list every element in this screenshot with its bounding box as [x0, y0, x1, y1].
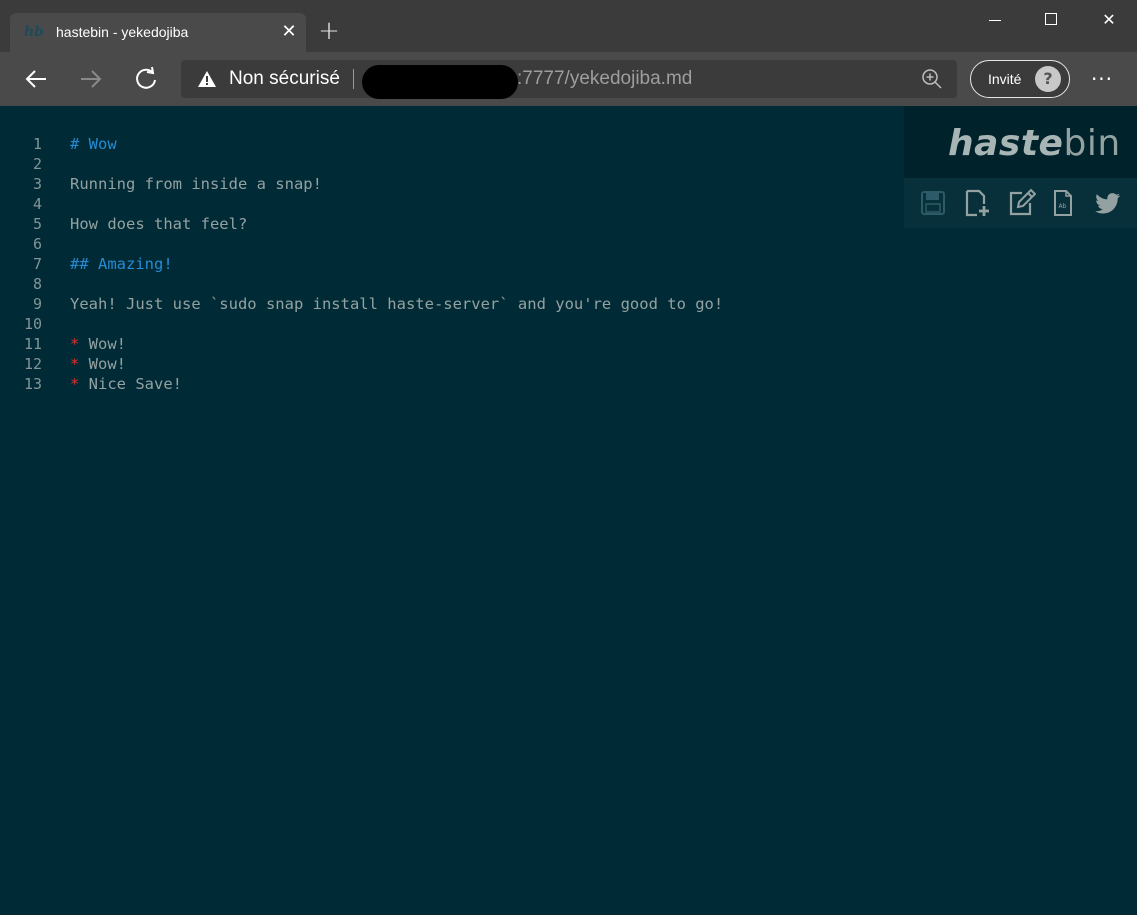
- line-text: How does that feel?: [70, 215, 248, 233]
- logo-thin: bin: [1063, 123, 1121, 164]
- code-line: # Wow: [70, 134, 890, 154]
- line-number-gutter: 1 2 3 4 5 6 7 8 9 10 11 12 13: [0, 134, 48, 394]
- line-number: 7: [32, 255, 42, 273]
- minimize-icon: [989, 20, 1001, 21]
- line-text: Nice Save!: [79, 375, 182, 393]
- line-text: Running from inside a snap!: [70, 175, 322, 193]
- code-line: Yeah! Just use `sudo snap install haste-…: [70, 294, 890, 314]
- bullet-marker: *: [70, 375, 80, 393]
- window-maximize-button[interactable]: [1022, 0, 1080, 40]
- zoom-in-icon[interactable]: [921, 68, 943, 90]
- new-icon: [965, 189, 989, 217]
- line-number: 13: [23, 375, 42, 393]
- close-tab-icon[interactable]: ✕: [278, 21, 300, 43]
- more-icon[interactable]: ···: [1086, 65, 1118, 93]
- hastebin-logo[interactable]: hastebin: [904, 106, 1137, 178]
- new-tab-icon[interactable]: +: [316, 18, 342, 44]
- reload-button[interactable]: [130, 63, 162, 95]
- line-text: Wow!: [79, 355, 127, 373]
- hastebin-toolbox: hastebin Ab: [904, 106, 1137, 228]
- warning-icon: [198, 71, 216, 87]
- new-button[interactable]: [962, 188, 992, 218]
- code-line: * Nice Save!: [70, 374, 890, 394]
- hastebin-page: 1 2 3 4 5 6 7 8 9 10 11 12 13 # Wow Running from insi…: [0, 106, 1137, 915]
- bullet-marker: *: [70, 335, 80, 353]
- browser-tab[interactable]: hb hastebin - yekedojiba ✕: [10, 13, 306, 52]
- line-text: Wow!: [79, 335, 127, 353]
- line-number: 12: [23, 355, 42, 373]
- line-number: 1: [32, 135, 42, 153]
- code-line: ## Amazing!: [70, 254, 890, 274]
- forward-button[interactable]: [75, 63, 107, 95]
- code-line: * Wow!: [70, 334, 890, 354]
- svg-text:Ab: Ab: [1059, 203, 1067, 210]
- twitter-button[interactable]: [1092, 188, 1122, 218]
- line-number: 5: [32, 215, 42, 233]
- line-number: 10: [23, 315, 42, 333]
- logo-bold: haste: [948, 123, 1064, 164]
- line-number: 8: [32, 275, 42, 293]
- line-number: 6: [32, 235, 42, 253]
- line-text: Yeah! Just use `sudo snap install haste-…: [70, 295, 724, 313]
- heading-text: # Wow: [70, 135, 117, 153]
- avatar-icon: ?: [1035, 66, 1061, 92]
- line-number: 9: [32, 295, 42, 313]
- line-number: 2: [32, 155, 42, 173]
- code-line: * Wow!: [70, 354, 890, 374]
- raw-button[interactable]: Ab: [1048, 188, 1078, 218]
- raw-icon: Ab: [1054, 190, 1072, 216]
- line-number: 11: [23, 335, 42, 353]
- duplicate-edit-icon: [1009, 188, 1037, 216]
- save-icon: [921, 191, 945, 215]
- browser-toolbar: Non sécurisé :7777/yekedojiba.md Invité …: [0, 52, 1137, 106]
- arrow-right-icon: [81, 70, 102, 88]
- address-bar[interactable]: Non sécurisé :7777/yekedojiba.md: [181, 60, 957, 99]
- redacted-host: [362, 65, 518, 99]
- hastebin-favicon-icon: hb: [24, 24, 44, 40]
- back-button[interactable]: [20, 63, 52, 95]
- window-close-button[interactable]: ✕: [1080, 0, 1137, 40]
- heading-text: ## Amazing!: [70, 255, 173, 273]
- url-text[interactable]: :7777/yekedojiba.md: [517, 68, 692, 90]
- twitter-icon: [1095, 193, 1121, 214]
- code-line: How does that feel?: [70, 214, 890, 234]
- save-button[interactable]: [918, 188, 948, 218]
- address-separator: [353, 69, 354, 89]
- code-line: Running from inside a snap!: [70, 174, 890, 194]
- line-number: 3: [32, 175, 42, 193]
- window-minimize-button[interactable]: [966, 0, 1024, 40]
- line-number: 4: [32, 195, 42, 213]
- reload-icon: [136, 66, 156, 89]
- tab-title: hastebin - yekedojiba: [56, 24, 189, 40]
- arrow-left-icon: [25, 70, 46, 88]
- security-status[interactable]: Non sécurisé: [229, 68, 340, 90]
- close-icon: ✕: [1102, 10, 1116, 29]
- code-editor[interactable]: # Wow Running from inside a snap! How does…: [70, 134, 890, 394]
- duplicate-edit-button[interactable]: [1006, 188, 1037, 218]
- profile-label: Invité: [988, 71, 1022, 87]
- maximize-icon: [1045, 13, 1057, 25]
- profile-button[interactable]: Invité ?: [970, 60, 1070, 98]
- browser-titlebar: hb hastebin - yekedojiba ✕ + ✕: [0, 0, 1137, 52]
- bullet-marker: *: [70, 355, 80, 373]
